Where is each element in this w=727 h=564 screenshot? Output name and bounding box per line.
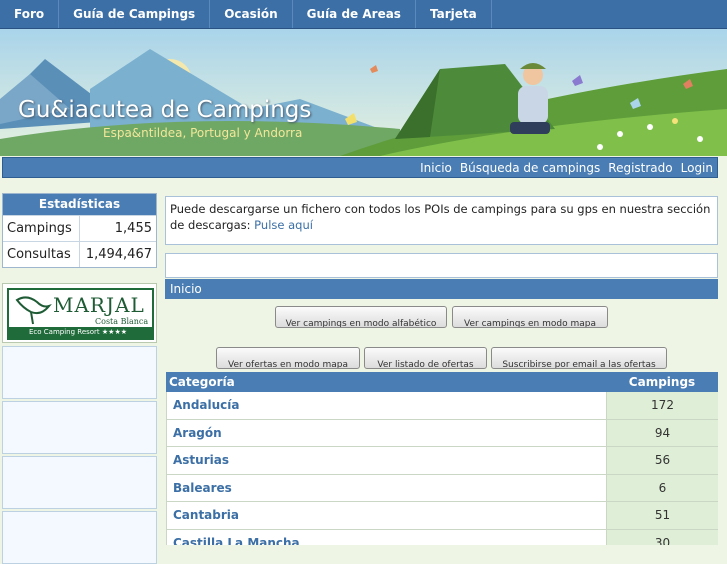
nav-ocasion[interactable]: Ocasión xyxy=(210,0,293,28)
nav-foro[interactable]: Foro xyxy=(0,0,60,28)
offers-list-button[interactable]: Ver listado de ofertas xyxy=(364,347,487,369)
category-link[interactable]: Aragón xyxy=(166,419,606,447)
table-header: Categoría Campings xyxy=(166,372,718,392)
view-alphabetic-button[interactable]: Ver campings en modo alfabético xyxy=(275,306,447,328)
secnav-inicio[interactable]: Inicio xyxy=(420,158,452,178)
category-table: Categoría Campings Andalucía 172 Aragón … xyxy=(166,372,718,545)
sidebar-ad-slot xyxy=(2,401,157,454)
top-navigation: Foro Guía de Campings Ocasión Guía de Ar… xyxy=(0,0,727,29)
category-count: 30 xyxy=(606,529,718,545)
ad-location: Costa Blanca xyxy=(95,317,149,326)
category-count: 51 xyxy=(606,502,718,529)
table-row: Asturias 56 xyxy=(166,447,718,475)
category-link[interactable]: Castilla La Mancha xyxy=(166,529,606,545)
sidebar-ad-slot xyxy=(2,511,157,564)
table-row: Castilla La Mancha 30 xyxy=(166,529,718,545)
nav-guia-areas[interactable]: Guía de Areas xyxy=(293,0,416,28)
category-link[interactable]: Cantabria xyxy=(166,502,606,529)
notice-text: Puede descargarse un fichero con todos l… xyxy=(170,202,711,232)
stat-value: 1,455 xyxy=(114,221,152,236)
category-count: 94 xyxy=(606,419,718,447)
column-category: Categoría xyxy=(169,375,235,389)
nav-tarjeta[interactable]: Tarjeta xyxy=(416,0,492,28)
site-subtitle: Espa&ntildea, Portugal y Andorra xyxy=(103,126,303,140)
ad-brand-name: MARJAL xyxy=(53,293,145,317)
nav-guia-campings[interactable]: Guía de Campings xyxy=(59,0,211,28)
header-banner: Gu&iacutea de Campings Espa&ntildea, Por… xyxy=(0,29,727,156)
breadcrumb: Inicio xyxy=(165,279,718,299)
subscribe-offers-button[interactable]: Suscribirse por email a las ofertas xyxy=(491,347,667,369)
table-row: Cantabria 51 xyxy=(166,502,718,530)
category-link[interactable]: Andalucía xyxy=(166,392,606,419)
sidebar-ad-slot xyxy=(2,456,157,509)
empty-panel xyxy=(165,253,718,278)
category-count: 172 xyxy=(606,392,718,419)
table-row: Andalucía 172 xyxy=(166,392,718,420)
statistics-title: Estadísticas xyxy=(3,194,156,215)
category-count: 56 xyxy=(606,447,718,474)
offers-map-button[interactable]: Ver ofertas en modo mapa xyxy=(216,347,360,369)
download-link[interactable]: Pulse aquí xyxy=(254,218,313,232)
statistics-panel: Estadísticas Campings 1,455 Consultas 1,… xyxy=(2,193,157,268)
sidebar-ad-slot xyxy=(2,346,157,399)
secondary-navigation: Inicio Búsqueda de campings Registrado L… xyxy=(2,157,718,178)
stat-label: Campings xyxy=(3,216,80,241)
ad-tagline: Eco Camping Resort ★★★★ xyxy=(9,327,152,338)
stat-row: Campings 1,455 xyxy=(3,215,156,241)
stat-row: Consultas 1,494,467 xyxy=(3,241,156,267)
column-campings: Campings xyxy=(628,375,696,389)
marjal-ad-banner[interactable]: MARJAL Costa Blanca Eco Camping Resort ★… xyxy=(2,283,157,343)
secnav-registrado[interactable]: Registrado xyxy=(608,158,672,178)
table-row: Baleares 6 xyxy=(166,474,718,503)
download-notice: Puede descargarse un fichero con todos l… xyxy=(165,196,718,245)
stat-value: 1,494,467 xyxy=(85,247,152,262)
category-link[interactable]: Baleares xyxy=(166,474,606,502)
category-link[interactable]: Asturias xyxy=(166,447,606,474)
bird-logo-icon xyxy=(15,296,52,325)
secnav-login[interactable]: Login xyxy=(681,158,713,178)
table-row: Aragón 94 xyxy=(166,419,718,448)
stat-label: Consultas xyxy=(3,242,80,267)
site-title: Gu&iacutea de Campings xyxy=(18,97,312,123)
category-count: 6 xyxy=(606,474,718,502)
view-map-button[interactable]: Ver campings en modo mapa xyxy=(452,306,608,328)
secnav-busqueda[interactable]: Búsqueda de campings xyxy=(460,158,600,178)
